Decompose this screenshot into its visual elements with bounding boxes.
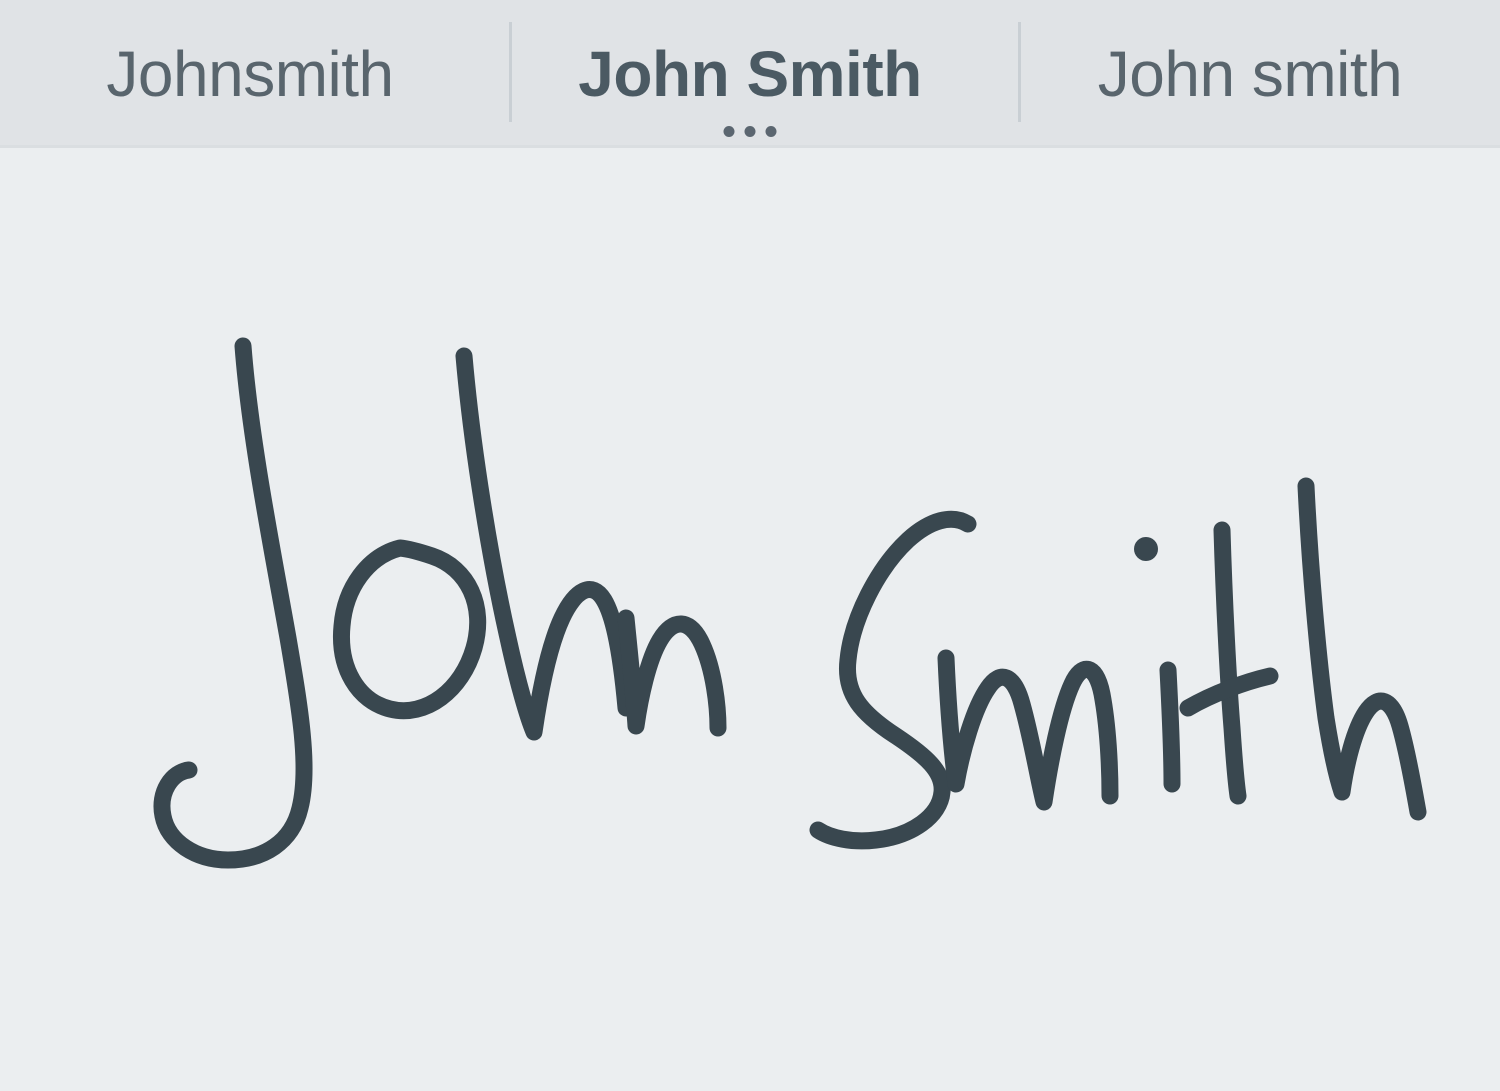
bottom-toolbar (0, 938, 1500, 1091)
suggestion-label: John Smith (578, 37, 922, 110)
ink-stroke-o (333, 539, 487, 720)
more-suggestions-icon[interactable] (723, 126, 777, 137)
ink-stroke-h (455, 347, 635, 741)
ink-stroke-i (1159, 661, 1181, 793)
suggestion-label: Johnsmith (106, 37, 394, 110)
ink-stroke-J (153, 337, 313, 869)
suggestion-item-1-selected[interactable]: John Smith (500, 0, 1000, 143)
suggestion-list: Johnsmith John Smith John smith (0, 0, 1500, 143)
suggestion-item-2[interactable]: John smith (1000, 0, 1500, 143)
dot (765, 126, 777, 137)
ink-stroke-h2 (1297, 477, 1427, 821)
suggestion-label: John smith (1097, 37, 1403, 110)
suggestion-separator (509, 22, 512, 122)
ink-stroke-n (617, 609, 727, 737)
ink-strokes (153, 337, 1427, 869)
suggestion-item-0[interactable]: Johnsmith (0, 0, 500, 143)
handwriting-keyboard-screen: Johnsmith John Smith John smith (0, 0, 1500, 1091)
suggestion-bar: Johnsmith John Smith John smith (0, 0, 1500, 148)
ink-stroke-t (1213, 521, 1247, 805)
ink-dot-i (1134, 537, 1158, 561)
dot (723, 126, 735, 137)
suggestion-separator (1018, 22, 1021, 122)
handwriting-canvas[interactable] (0, 148, 1500, 938)
dot (744, 126, 756, 137)
ink-stroke-m (937, 649, 1119, 811)
